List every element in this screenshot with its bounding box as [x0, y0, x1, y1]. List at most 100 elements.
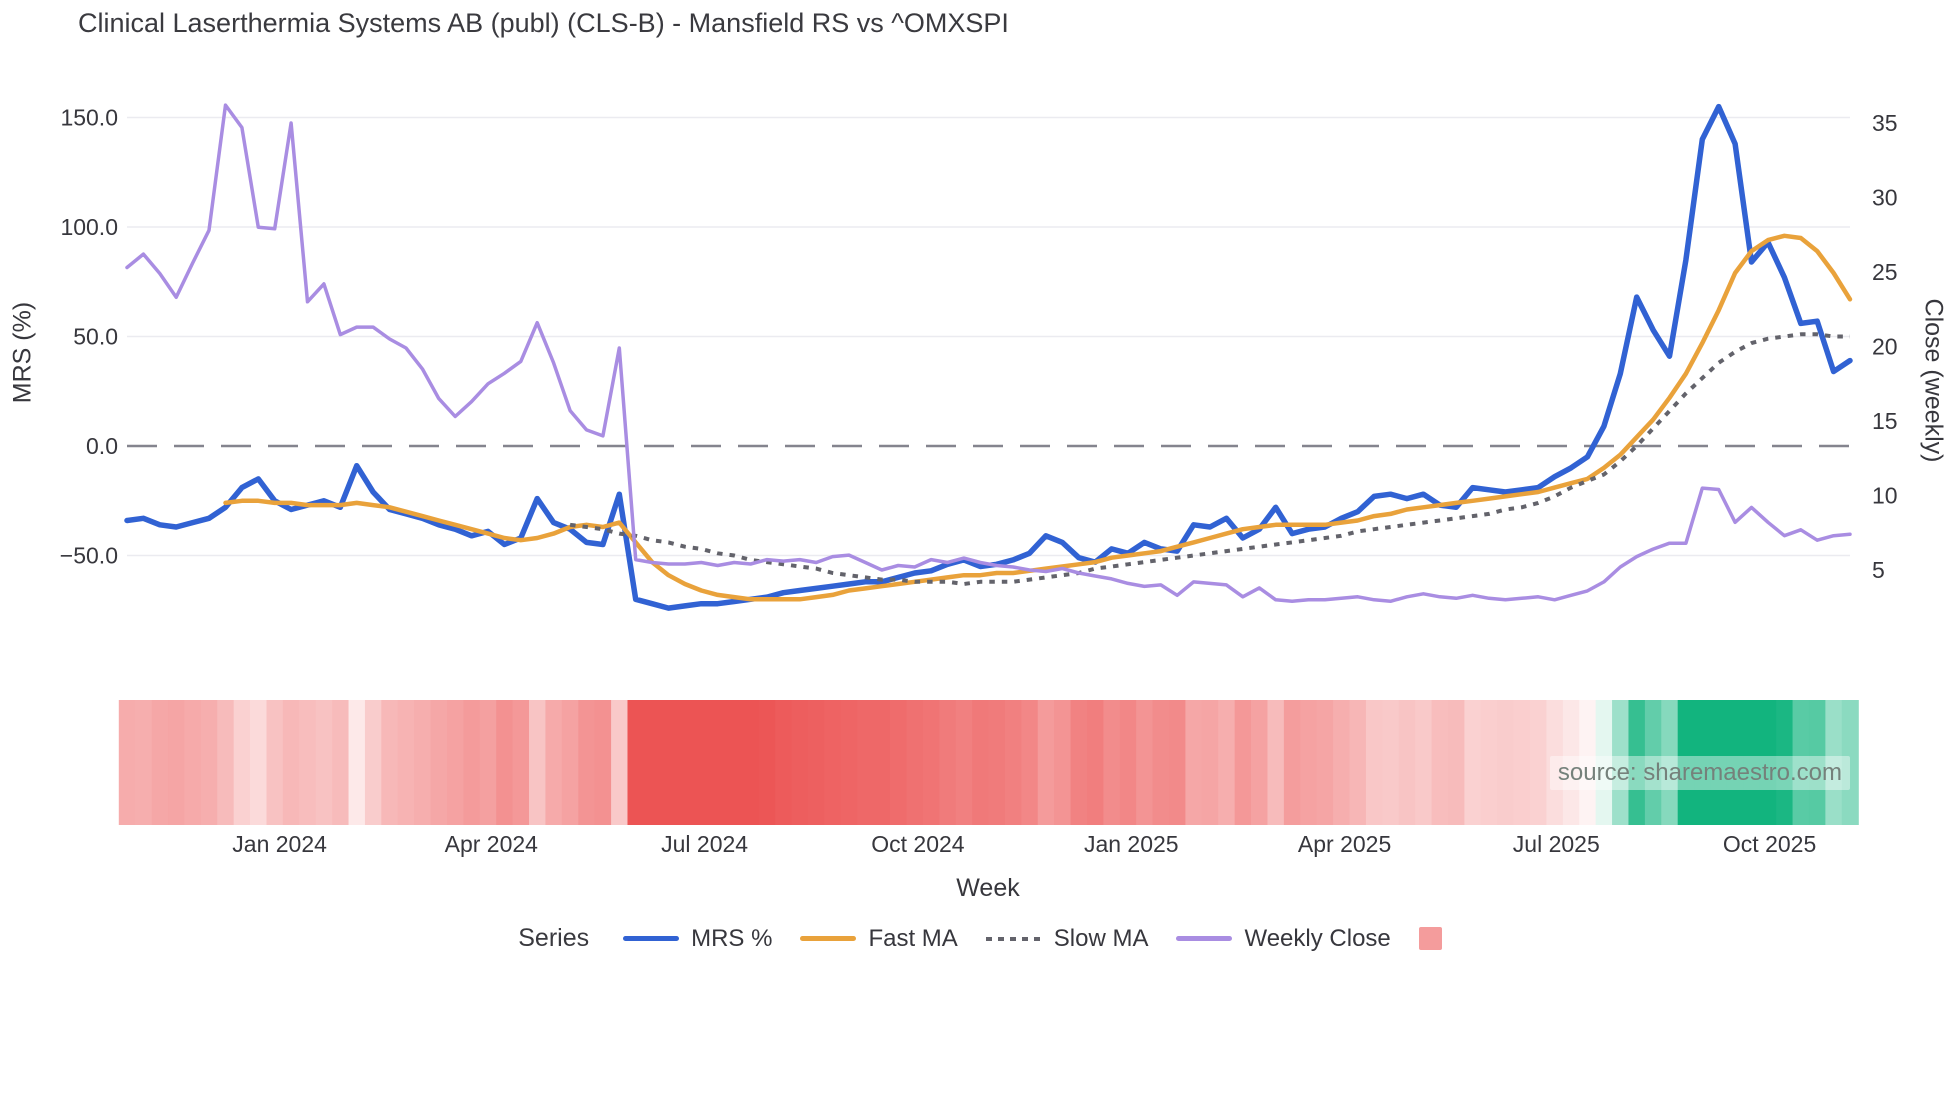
legend-item-mrs[interactable]: MRS %	[623, 925, 772, 953]
heatmap-cell	[1086, 700, 1104, 825]
heatmap-swatch-icon	[1418, 927, 1442, 950]
heatmap-cell	[1283, 700, 1301, 825]
heatmap-cell	[1136, 700, 1154, 825]
x-axis-tick-label: Apr 2025	[1298, 831, 1391, 857]
right-axis-tick-label: 20	[1872, 334, 1898, 360]
heatmap-cell	[479, 700, 497, 825]
heatmap-cell	[1234, 700, 1252, 825]
heatmap-cell	[1251, 700, 1269, 825]
right-axis-tick-label: 35	[1872, 110, 1898, 136]
heatmap-cell	[1119, 700, 1137, 825]
heatmap-cell	[578, 700, 596, 825]
slow-ma-dotted-swatch-icon	[985, 936, 1042, 941]
heatmap-cell	[266, 700, 284, 825]
right-axis-tick-label: 5	[1872, 557, 1885, 583]
heatmap-cell	[446, 700, 464, 825]
heatmap-cell	[709, 700, 727, 825]
x-axis-tick-label: Oct 2025	[1723, 831, 1816, 857]
heatmap-cell	[364, 700, 382, 825]
heatmap-cell	[1201, 700, 1219, 825]
heatmap-cell	[890, 700, 908, 825]
heatmap-cell	[430, 700, 448, 825]
heatmap-cell	[315, 700, 333, 825]
heatmap-cell	[1382, 700, 1400, 825]
heatmap-cell	[873, 700, 891, 825]
left-axis-tick-label: −50.0	[60, 543, 118, 569]
x-axis-tick-label: Jul 2024	[661, 831, 748, 857]
legend-item-label: Fast MA	[868, 924, 958, 952]
heatmap-cell	[693, 700, 711, 825]
heatmap-cell	[1004, 700, 1022, 825]
x-axis-tick-label: Oct 2024	[871, 831, 965, 857]
heatmap-cell	[1480, 700, 1498, 825]
heatmap-cell	[151, 700, 169, 825]
heatmap-cell	[545, 700, 563, 825]
right-axis-tick-label: 10	[1872, 483, 1898, 509]
x-axis-title: Week	[956, 874, 1020, 902]
legend-item-slow-ma[interactable]: Slow MA	[985, 924, 1149, 953]
heatmap-cell	[348, 700, 366, 825]
fast-ma-line-swatch-icon	[800, 936, 857, 941]
left-axis-tick-label: 100.0	[60, 214, 118, 240]
heatmap-cell	[250, 700, 268, 825]
right-axis-tick-label: 15	[1872, 408, 1898, 434]
heatmap-cell	[807, 700, 826, 825]
heatmap-cell	[463, 700, 481, 825]
heatmap-cell	[233, 700, 251, 825]
legend-item-label: Weekly Close	[1244, 924, 1391, 952]
heatmap-cell	[906, 700, 924, 825]
heatmap-cell	[299, 700, 317, 825]
weekly-close-line-swatch-icon	[1176, 936, 1233, 941]
heatmap-cell	[611, 700, 629, 825]
heatmap-cell	[397, 700, 415, 825]
heatmap-cell	[1349, 700, 1367, 825]
heatmap-cell	[282, 700, 300, 825]
heatmap-cell	[1070, 700, 1088, 825]
chart-page: Clinical Laserthermia Systems AB (publ) …	[0, 0, 1960, 1102]
heatmap-cell	[184, 700, 202, 825]
heatmap-cell	[1267, 700, 1285, 825]
series-line-mrs-	[124, 103, 1853, 611]
heatmap-cell	[955, 700, 973, 825]
heatmap-cell	[775, 700, 793, 825]
heatmap-cell	[561, 700, 579, 825]
heatmap-cell	[1497, 700, 1515, 825]
x-axis-tick-label: Apr 2024	[445, 831, 539, 857]
legend-item-heatmap[interactable]	[1418, 927, 1442, 950]
heatmap-cell	[1316, 700, 1334, 825]
heatmap-cell	[742, 700, 760, 825]
heatmap-cell	[1185, 700, 1203, 825]
legend: Series MRS % Fast MA Slow MA Weekly Clos…	[0, 924, 1960, 953]
legend-item-label: Slow MA	[1053, 924, 1149, 952]
heatmap-cell	[1365, 700, 1383, 825]
legend-item-label: MRS %	[691, 924, 773, 952]
left-axis-tick-label: 0.0	[86, 433, 118, 459]
heatmap-cell	[118, 700, 136, 825]
heatmap-cell	[414, 700, 432, 825]
mrs-line-swatch-icon	[623, 936, 680, 941]
legend-title: Series	[518, 924, 590, 952]
left-axis-tick-label: 50.0	[73, 324, 118, 350]
heatmap-cell	[1021, 700, 1039, 825]
heatmap-cell	[496, 700, 514, 825]
legend-item-fast-ma[interactable]: Fast MA	[800, 924, 958, 953]
heatmap-cell	[1300, 700, 1318, 825]
heatmap-cell	[529, 700, 547, 825]
heatmap-cell	[660, 700, 678, 825]
source-watermark: source: sharemaestro.com	[1549, 756, 1850, 790]
heatmap-cell	[1513, 700, 1531, 825]
x-axis-tick-label: Jul 2025	[1513, 831, 1600, 857]
left-axis-title: MRS (%)	[8, 301, 37, 404]
heatmap-cell	[217, 700, 235, 825]
heatmap-cell	[168, 700, 186, 825]
heatmap-cell	[1218, 700, 1236, 825]
x-axis-tick-label: Jan 2024	[232, 831, 327, 857]
heatmap-cell	[922, 700, 940, 825]
heatmap-cell	[135, 700, 153, 825]
heatmap-cell	[972, 700, 990, 825]
heatmap-cell	[1169, 700, 1187, 825]
legend-item-weekly-close[interactable]: Weekly Close	[1176, 924, 1391, 953]
heatmap-cell	[594, 700, 612, 825]
heatmap-cell	[643, 700, 661, 825]
left-axis-tick-label: 150.0	[60, 105, 118, 131]
